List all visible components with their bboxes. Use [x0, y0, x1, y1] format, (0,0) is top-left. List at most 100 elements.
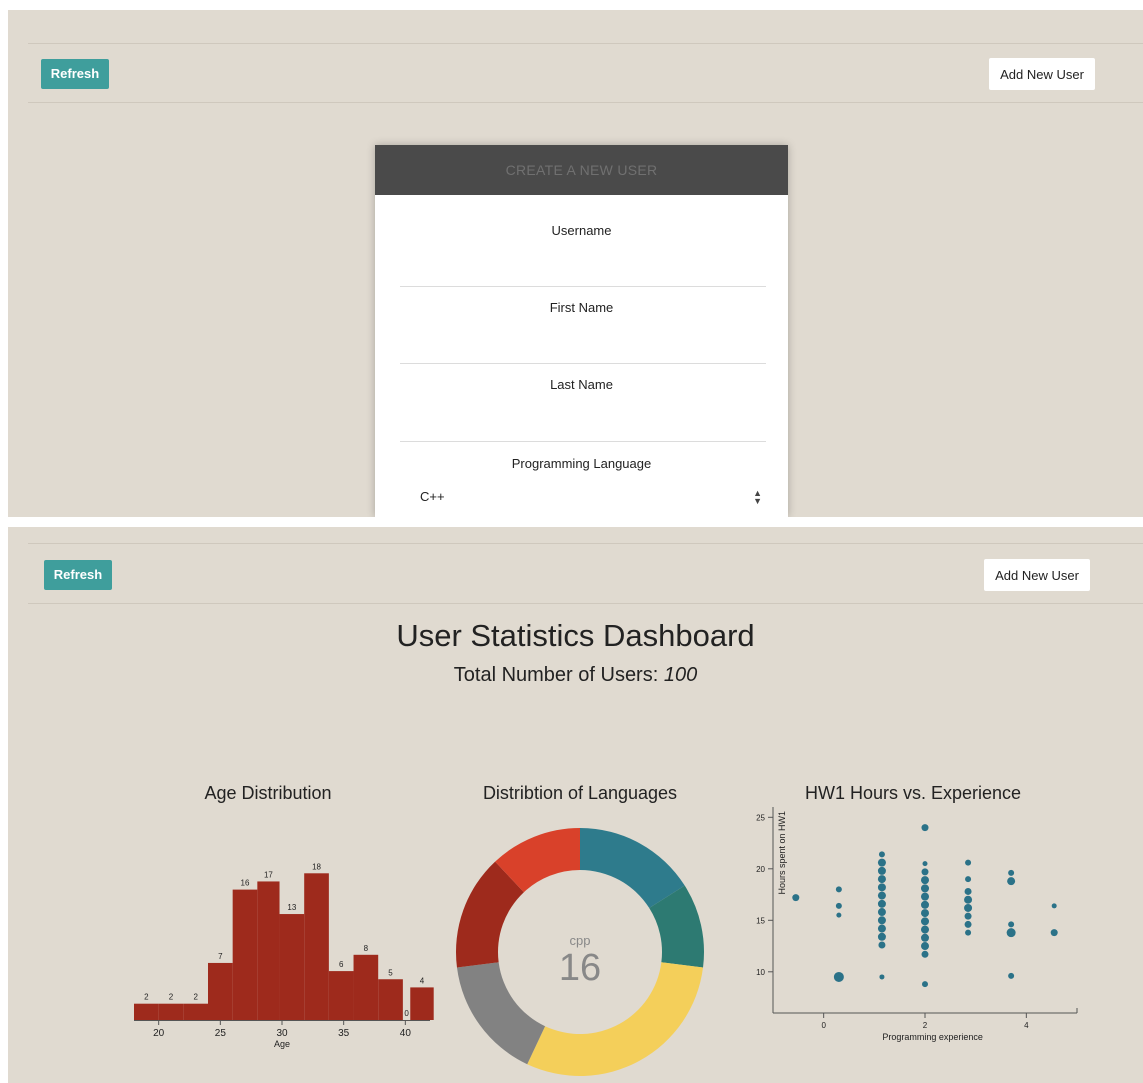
scatter-point [921, 917, 929, 926]
scatter-point [921, 824, 929, 832]
scatter-point [1051, 903, 1057, 909]
scatter-point [964, 912, 972, 920]
scatter-point [877, 932, 886, 941]
bar-value-label: 16 [241, 879, 250, 888]
refresh-button[interactable]: Refresh [44, 560, 112, 590]
add-new-user-button[interactable]: Add New User [989, 58, 1095, 90]
total-users-label: Total Number of Users: [453, 664, 659, 686]
bar-value-label: 2 [144, 993, 149, 1002]
bar-value-label: 4 [420, 976, 425, 985]
dashboard-screen: Refresh Add New User User Statistics Das… [8, 527, 1143, 1083]
navbar-top-divider [28, 43, 1143, 44]
scatter-point [922, 981, 928, 988]
scatter-point [877, 875, 886, 884]
scatter-point [964, 903, 973, 912]
age-chart-title: Age Distribution [204, 783, 332, 803]
scatter-point [877, 891, 886, 900]
last-name-input[interactable] [400, 417, 766, 442]
bar-value-label: 17 [264, 870, 273, 879]
languages-donut: cpp16 [456, 828, 704, 1076]
y-tick-label: 10 [756, 968, 765, 977]
bar-value-label: 2 [193, 993, 198, 1002]
scatter-point [965, 929, 972, 936]
scatter-point [1008, 921, 1015, 928]
x-tick-label: 35 [338, 1028, 350, 1039]
scatter-point [921, 909, 929, 918]
scatter-point [877, 883, 886, 892]
y-tick-label: 15 [756, 916, 765, 925]
refresh-button[interactable]: Refresh [41, 59, 109, 89]
language-select-value: C++ [420, 489, 445, 504]
scatter-point [835, 886, 842, 893]
histogram-bar [232, 889, 258, 1020]
scatter-point [877, 866, 886, 875]
scatter-point [964, 895, 973, 904]
x-tick-label: 2 [923, 1021, 928, 1030]
histogram-bar [257, 881, 280, 1020]
histogram-bar [208, 962, 233, 1020]
first-name-input[interactable] [400, 339, 766, 364]
histogram-bar [353, 954, 379, 1020]
x-tick-label: 30 [276, 1028, 288, 1039]
last-name-label: Last Name [550, 377, 613, 392]
modal-title: CREATE A NEW USER [375, 145, 788, 195]
x-tick-label: 20 [153, 1028, 165, 1039]
select-arrows-icon: ▲ ▼ [753, 488, 762, 506]
bar-value-label: 8 [364, 944, 369, 953]
scatter-point [921, 950, 929, 958]
donut-slice [456, 962, 546, 1065]
histogram-bar [134, 1003, 159, 1020]
username-input[interactable] [400, 262, 766, 287]
total-users: Total Number of Users: 100 [8, 664, 1143, 687]
scatter-point [1007, 877, 1016, 886]
histogram-bar [279, 914, 305, 1020]
bar-value-label: 18 [312, 862, 321, 871]
scatter-point [921, 925, 929, 934]
scatter-point [921, 942, 929, 951]
x-tick-label: 0 [821, 1021, 826, 1030]
navbar-bottom-divider [28, 603, 1143, 604]
scatter-point [965, 859, 972, 866]
histogram-bar [378, 979, 403, 1020]
language-select[interactable]: C++ ▲ ▼ [400, 481, 762, 517]
bar-value-label: 13 [287, 903, 296, 912]
scatter-point [877, 899, 886, 908]
scatter-point [836, 912, 842, 918]
scatter-point [792, 894, 800, 902]
histogram-bar [183, 1003, 208, 1020]
create-user-modal: CREATE A NEW USER Username First Name La… [375, 145, 788, 517]
scatter-point [1050, 929, 1058, 937]
navbar-bottom-divider [28, 102, 1143, 103]
scatter-point [877, 916, 886, 925]
x-axis-label: Programming experience [882, 1032, 983, 1042]
hours-scatter: 10 15 20 25 0 2 4 Programming experience Hours s… [756, 807, 1078, 1042]
donut-slice [527, 962, 704, 1076]
bar-value-label: 0 [404, 1009, 409, 1018]
age-histogram: 2 2 2 7 16 17 13 18 6 8 5 0 4 20 25 30 35 40 Age [134, 862, 434, 1049]
language-label: Programming Language [511, 456, 652, 471]
create-user-screen: Refresh Add New User CREATE A NEW USER U… [8, 10, 1143, 517]
scatter-point [878, 851, 885, 858]
histogram-bar [410, 987, 434, 1020]
scatter-point [965, 876, 972, 883]
bar-value-label: 7 [218, 952, 223, 961]
scatter-point [964, 920, 972, 928]
histogram-bar [158, 1003, 184, 1020]
first-name-label: First Name [549, 300, 614, 315]
y-axis-label: Hours spent on HW1 [777, 811, 787, 895]
scatter-point [833, 971, 844, 982]
x-axis-label: Age [274, 1039, 290, 1049]
scatter-point [1006, 928, 1016, 938]
bar-value-label: 2 [169, 993, 174, 1002]
scatter-point [835, 902, 842, 909]
y-tick-label: 25 [756, 813, 765, 822]
x-tick-label: 25 [215, 1028, 227, 1039]
add-new-user-button[interactable]: Add New User [984, 559, 1090, 591]
dashboard-title: User Statistics Dashboard [396, 618, 755, 653]
scatter-point [921, 868, 929, 876]
scatter-point [877, 858, 886, 867]
bar-value-label: 6 [339, 960, 344, 969]
scatter-point [878, 941, 886, 949]
histogram-bar [328, 971, 354, 1020]
scatter-point [921, 884, 929, 893]
